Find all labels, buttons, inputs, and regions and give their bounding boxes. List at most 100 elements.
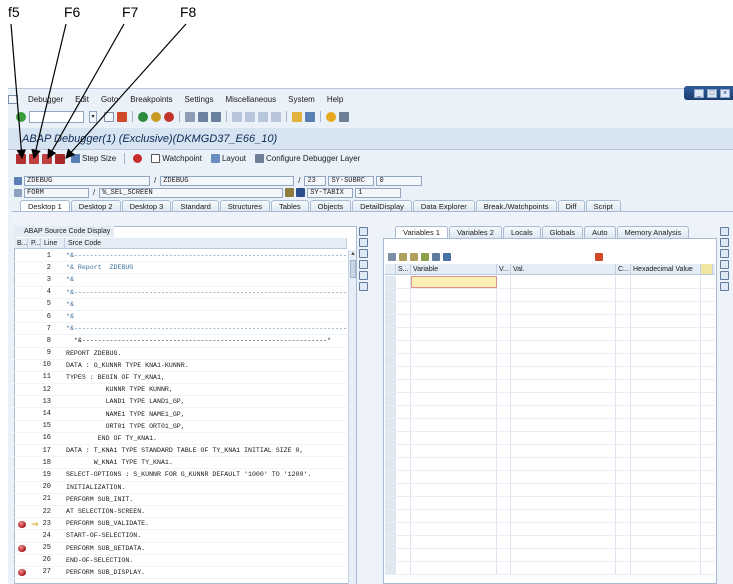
variable-cell[interactable] xyxy=(396,276,411,288)
variable-cell[interactable] xyxy=(411,276,497,288)
paste-icon[interactable] xyxy=(410,252,418,261)
variable-cell[interactable] xyxy=(385,341,396,353)
variable-cell[interactable] xyxy=(396,406,411,418)
breakpoint-cell[interactable] xyxy=(14,286,28,298)
variable-cell[interactable] xyxy=(511,497,616,509)
source-line[interactable]: 19 SELECT-OPTIONS : S_KUNNR FOR G_KUNNR D… xyxy=(14,469,347,482)
minimize-icon[interactable]: _ xyxy=(694,88,704,98)
variable-cell[interactable] xyxy=(497,406,511,418)
col-value-type[interactable]: V... xyxy=(497,264,511,274)
filter-icon[interactable] xyxy=(443,252,451,261)
variable-cell[interactable] xyxy=(497,354,511,366)
variable-cell[interactable] xyxy=(411,562,497,574)
source-line[interactable]: 10 DATA : G_KUNNR TYPE KNA1-KUNNR. xyxy=(14,360,347,372)
variable-row[interactable] xyxy=(385,393,715,406)
variable-row[interactable] xyxy=(385,302,715,315)
delete-icon[interactable] xyxy=(388,252,396,261)
variable-row[interactable] xyxy=(385,536,715,549)
variable-cell[interactable] xyxy=(511,549,616,561)
menu-help[interactable]: Help xyxy=(321,95,349,104)
variable-cell[interactable] xyxy=(616,523,631,535)
find-next-icon[interactable] xyxy=(211,111,221,122)
variable-cell[interactable] xyxy=(497,562,511,574)
source-line[interactable]: ⇒ 23 PERFORM SUB_VALIDATE. xyxy=(14,518,347,531)
variable-cell[interactable] xyxy=(616,393,631,405)
variable-cell[interactable] xyxy=(385,354,396,366)
variable-cell[interactable] xyxy=(396,380,411,392)
variable-cell[interactable] xyxy=(497,510,511,522)
source-line[interactable]: 24 START-OF-SELECTION. xyxy=(14,530,347,543)
variable-cell[interactable] xyxy=(411,419,497,431)
source-line[interactable]: 13 LAND1 TYPE LAND1_GP, xyxy=(14,396,347,409)
variable-cell[interactable] xyxy=(385,328,396,340)
help-icon[interactable] xyxy=(326,111,336,122)
prev-page-icon[interactable] xyxy=(245,111,255,122)
source-line[interactable]: 11 TYPES : BEGIN OF TY_KNA1, xyxy=(14,372,347,385)
col-value[interactable]: Val. xyxy=(511,264,616,274)
variable-row[interactable] xyxy=(385,523,715,536)
variable-cell[interactable] xyxy=(396,341,411,353)
variable-cell[interactable] xyxy=(616,380,631,392)
variable-row[interactable] xyxy=(385,406,715,419)
variable-cell[interactable] xyxy=(411,536,497,548)
source-line[interactable]: 16 END OF TY_KNA1. xyxy=(14,433,347,445)
variable-cell[interactable] xyxy=(511,484,616,496)
breakpoint-cell[interactable] xyxy=(14,420,28,432)
variable-cell[interactable] xyxy=(631,367,701,379)
variable-cell[interactable] xyxy=(385,315,396,327)
variable-cell[interactable] xyxy=(616,367,631,379)
variable-cell[interactable] xyxy=(497,484,511,496)
variable-cell[interactable] xyxy=(631,536,701,548)
variable-cell[interactable] xyxy=(631,497,701,509)
variable-row[interactable] xyxy=(385,276,715,289)
menu-debugger[interactable]: Debugger xyxy=(22,95,69,104)
variable-cell[interactable] xyxy=(497,341,511,353)
variable-cell[interactable] xyxy=(511,328,616,340)
enter-icon[interactable] xyxy=(16,111,26,122)
include-field[interactable]: ZDEBUG xyxy=(160,175,295,186)
variable-cell[interactable] xyxy=(631,341,701,353)
tab-memory-analysis[interactable]: Memory Analysis xyxy=(616,226,690,238)
variable-row[interactable] xyxy=(385,328,715,341)
variable-cell[interactable] xyxy=(511,562,616,574)
line-field[interactable]: 23 xyxy=(304,175,327,186)
maximize-tool-icon[interactable] xyxy=(720,260,729,269)
source-line[interactable]: 5 *& xyxy=(14,299,347,311)
variable-cell[interactable] xyxy=(616,289,631,301)
variable-row[interactable] xyxy=(385,458,715,471)
variable-cell[interactable] xyxy=(396,289,411,301)
window-menu-icon[interactable] xyxy=(8,95,18,104)
tab-auto[interactable]: Auto xyxy=(584,226,616,238)
variable-cell[interactable] xyxy=(396,484,411,496)
info-icon[interactable] xyxy=(296,188,306,197)
insert-icon[interactable] xyxy=(421,252,429,261)
breakpoint-cell[interactable] xyxy=(14,311,28,323)
variable-cell[interactable] xyxy=(616,354,631,366)
variable-cell[interactable] xyxy=(411,393,497,405)
variable-cell[interactable] xyxy=(411,510,497,522)
scroll-thumb[interactable] xyxy=(350,260,356,278)
variable-cell[interactable] xyxy=(385,445,396,457)
variable-cell[interactable] xyxy=(396,497,411,509)
new-tool-icon[interactable] xyxy=(359,238,368,247)
layout-button[interactable]: Layout xyxy=(208,153,249,164)
variable-cell[interactable] xyxy=(411,458,497,470)
variable-cell[interactable] xyxy=(385,458,396,470)
source-line[interactable]: 27 PERFORM SUB_DISPLAY. xyxy=(14,567,347,580)
breakpoint-cell[interactable] xyxy=(14,518,28,530)
variable-cell[interactable] xyxy=(396,328,411,340)
variable-cell[interactable] xyxy=(385,562,396,574)
col-source-code[interactable]: Srce Code xyxy=(65,238,347,248)
variable-cell[interactable] xyxy=(616,328,631,340)
variable-row[interactable] xyxy=(385,484,715,497)
variable-cell[interactable] xyxy=(511,406,616,418)
variable-cell[interactable] xyxy=(616,562,631,574)
variable-cell[interactable] xyxy=(631,471,701,483)
variable-cell[interactable] xyxy=(511,367,616,379)
variable-cell[interactable] xyxy=(616,536,631,548)
source-line[interactable]: 17 DATA : T_KNA1 TYPE STANDARD TABLE OF T… xyxy=(14,445,347,458)
source-line[interactable]: 7 *&-------------------------------------… xyxy=(14,323,347,336)
menu-settings[interactable]: Settings xyxy=(179,95,220,104)
breakpoint-cell[interactable] xyxy=(14,542,28,554)
variable-cell[interactable] xyxy=(511,341,616,353)
